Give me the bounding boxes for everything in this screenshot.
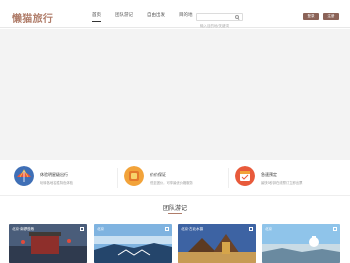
bookmark-icon[interactable] [333, 227, 337, 231]
tour-card-location: 北京·古北水镇 [181, 227, 204, 231]
feature-title: 价价保证 [150, 172, 166, 177]
nav-destinations[interactable]: 目的地 [179, 12, 193, 22]
main-nav: 首页 团队游记 自由出发 目的地 [92, 12, 207, 22]
feature-title: 休验明星级出行 [40, 172, 68, 177]
search-icon[interactable] [235, 15, 239, 19]
tour-card[interactable]: 北京 [94, 224, 172, 263]
nav-free-travel[interactable]: 自由出发 [147, 12, 165, 22]
feature-divider [228, 168, 229, 188]
feature-title: 急速预定 [261, 172, 277, 177]
login-button[interactable]: 登录 [303, 13, 319, 20]
tour-card-location: 北京 [97, 227, 104, 231]
hero-banner-area [0, 29, 350, 160]
tour-card-image [262, 224, 340, 263]
header-bar: 懒猫旅行 首页 团队游记 自由出发 目的地 登录 注册 [0, 0, 350, 29]
tour-card[interactable]: 北京·南锣鼓巷 [9, 224, 87, 263]
tour-cards: 北京·南锣鼓巷 北京 北京·古北水镇 北京 [0, 224, 350, 263]
globe-umbrella-icon [14, 166, 34, 186]
bookmark-icon[interactable] [165, 227, 169, 231]
coin-icon [124, 166, 144, 186]
tour-card-location: 北京 [265, 227, 272, 231]
feature-description: 最快3秒钟在线预订立即出票 [261, 181, 303, 185]
bookmark-icon[interactable] [249, 227, 253, 231]
section-title: 团队游记 [162, 206, 187, 212]
feature-description: 玩转各地名胜特色体验 [40, 181, 73, 185]
feature-item: 价价保证 低至团价，可享最优价格服务 [124, 166, 234, 190]
register-button[interactable]: 注册 [323, 13, 339, 20]
feature-description: 低至团价，可享最优价格服务 [150, 181, 193, 185]
tour-card[interactable]: 北京 [262, 224, 340, 263]
nav-home[interactable]: 首页 [92, 12, 101, 22]
feature-divider [117, 168, 118, 188]
bookmark-icon[interactable] [80, 227, 84, 231]
features-strip: 休验明星级出行 玩转各地名胜特色体验 价价保证 低至团价，可享最优价格服务 急速… [0, 160, 350, 196]
tour-card[interactable]: 北京·古北水镇 [178, 224, 256, 263]
calendar-icon [235, 166, 255, 186]
feature-item: 急速预定 最快3秒钟在线预订立即出票 [235, 166, 345, 190]
tour-card-location: 北京·南锣鼓巷 [12, 227, 35, 231]
site-logo[interactable]: 懒猫旅行 [12, 10, 53, 25]
tour-card-image [94, 224, 172, 263]
search-box [196, 13, 243, 29]
section-underline [168, 213, 182, 214]
feature-item: 休验明星级出行 玩转各地名胜特色体验 [14, 166, 124, 190]
nav-group-tours[interactable]: 团队游记 [115, 12, 133, 22]
